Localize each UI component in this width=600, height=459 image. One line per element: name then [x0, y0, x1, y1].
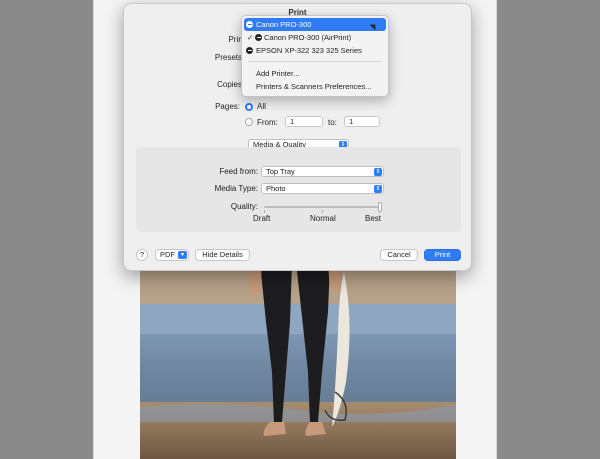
chevron-updown-icon: ⇕ [374, 185, 382, 193]
menu-item-label: EPSON XP-322 323 325 Series [256, 46, 362, 55]
preview-photo [140, 262, 456, 459]
quality-draft-label: Draft [253, 214, 271, 223]
quality-best-label: Best [365, 214, 382, 223]
quality-label: Quality: [230, 202, 258, 211]
pages-label: Pages: [215, 102, 240, 111]
help-button[interactable]: ? [136, 249, 148, 261]
quality-tick [322, 210, 323, 213]
menu-item-printer-preferences[interactable]: Printers & Scanners Preferences... [244, 80, 386, 93]
quality-normal-label: Normal [310, 214, 336, 223]
menu-item-printer[interactable]: Canon PRO-300 [244, 18, 386, 31]
media-type-label: Media Type: [214, 184, 258, 193]
menu-item-add-printer[interactable]: Add Printer... [244, 67, 386, 80]
pages-to-label: to: [328, 118, 337, 127]
pdf-label: PDF [160, 250, 175, 259]
checkmark-icon: ✓ [247, 33, 254, 42]
copies-label: Copies [217, 80, 242, 89]
menu-item-label: Canon PRO-300 (AirPrint) [264, 33, 352, 42]
printer-icon [246, 21, 253, 28]
menu-item-label: Canon PRO-300 [256, 20, 312, 29]
pages-all-radio[interactable] [245, 103, 253, 111]
pages-from-input[interactable]: 1 [285, 116, 323, 127]
quality-slider-knob[interactable] [378, 202, 382, 212]
feed-from-label: Feed from: [219, 167, 258, 176]
pdf-menu-button[interactable]: PDF ▾ [155, 249, 189, 261]
printer-icon [246, 47, 253, 54]
media-type-popup[interactable]: Photo ⇕ [261, 183, 384, 194]
pages-to-input[interactable]: 1 [344, 116, 380, 127]
quality-tick [264, 210, 265, 213]
media-quality-section: Feed from: Top Tray ⇕ Media Type: Photo … [136, 147, 461, 232]
menu-item-printer[interactable]: EPSON XP-322 323 325 Series [244, 44, 386, 57]
hide-details-button[interactable]: Hide Details [195, 249, 250, 261]
printer-menu: Canon PRO-300 ✓ Canon PRO-300 (AirPrint)… [241, 15, 389, 97]
chevron-updown-icon: ⇕ [374, 168, 382, 176]
presets-label: Presets [214, 53, 242, 62]
cancel-button[interactable]: Cancel [380, 249, 418, 261]
media-type-value: Photo [266, 184, 286, 193]
print-button[interactable]: Print [424, 249, 461, 261]
printer-icon [255, 34, 262, 41]
pages-from-label: From: [257, 118, 278, 127]
quality-slider-track [264, 206, 380, 208]
pages-range-radio[interactable] [245, 118, 253, 126]
feed-from-popup[interactable]: Top Tray ⇕ [261, 166, 384, 177]
menu-item-printer[interactable]: ✓ Canon PRO-300 (AirPrint) [244, 31, 386, 44]
chevron-down-icon: ▾ [178, 251, 187, 259]
pages-all-label: All [257, 102, 266, 111]
menu-separator [248, 61, 382, 62]
feed-from-value: Top Tray [266, 167, 295, 176]
